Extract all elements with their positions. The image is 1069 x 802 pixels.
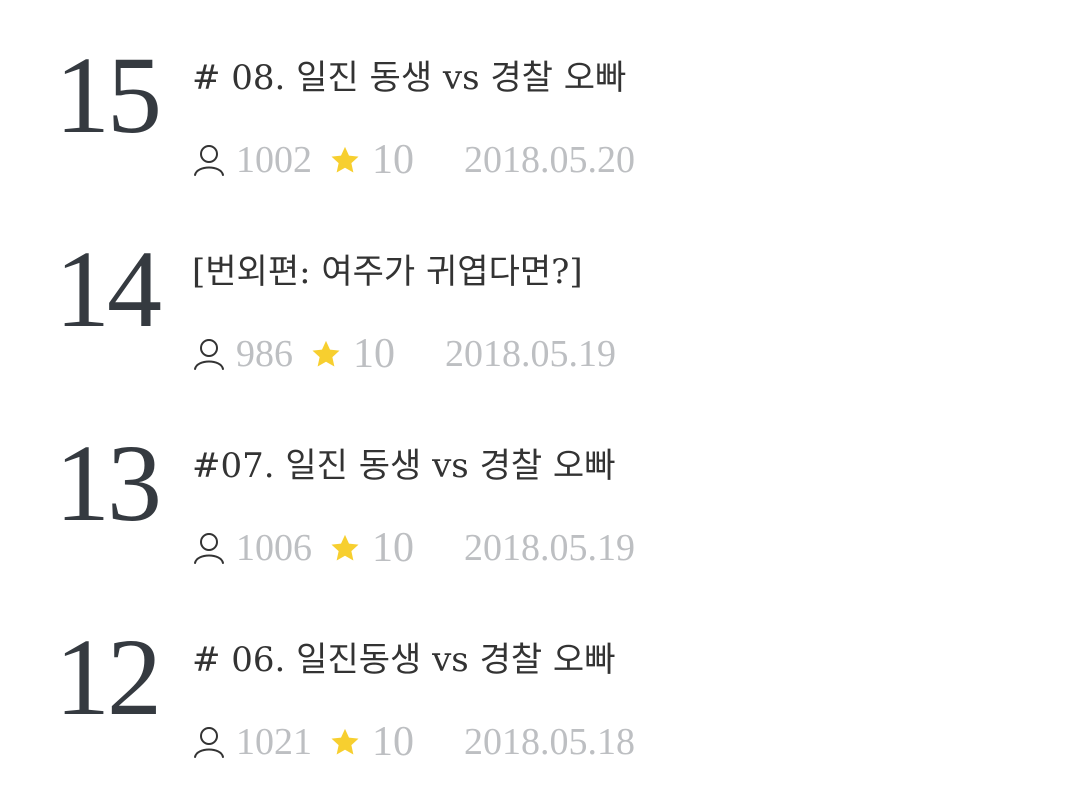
episode-meta: 1002 10 2018.05.20 bbox=[192, 138, 635, 182]
episode-title[interactable]: # 08. 일진 동생 vs 경찰 오빠 bbox=[192, 58, 626, 98]
episode-number: 12 bbox=[55, 616, 162, 738]
star-icon bbox=[331, 146, 359, 173]
user-icon bbox=[194, 339, 224, 370]
episode-meta: 1006 10 2018.05.19 bbox=[192, 526, 635, 570]
rating-score: 10 bbox=[372, 525, 414, 571]
star-icon bbox=[331, 728, 359, 755]
view-count: 1006 bbox=[236, 527, 312, 569]
view-count: 1021 bbox=[236, 721, 312, 763]
publish-date: 2018.05.20 bbox=[464, 139, 635, 181]
star-icon bbox=[312, 340, 340, 367]
episode-number: 15 bbox=[55, 34, 162, 156]
episode-number: 14 bbox=[55, 228, 162, 350]
rating-score: 10 bbox=[372, 137, 414, 183]
user-icon bbox=[194, 533, 224, 564]
user-icon bbox=[194, 145, 224, 176]
publish-date: 2018.05.19 bbox=[464, 527, 635, 569]
publish-date: 2018.05.18 bbox=[464, 721, 635, 763]
episode-list: 15 # 08. 일진 동생 vs 경찰 오빠 1002 10 2018.05.… bbox=[0, 0, 1069, 802]
episode-meta: 986 10 2018.05.19 bbox=[192, 332, 616, 376]
episode-item[interactable]: 14 [번외편: 여주가 귀엽다면?] 986 10 2018.05.19 bbox=[0, 194, 1069, 376]
user-icon bbox=[194, 727, 224, 758]
star-icon bbox=[331, 534, 359, 561]
episode-item[interactable]: 13 #07. 일진 동생 vs 경찰 오빠 1006 10 2018.05.1… bbox=[0, 388, 1069, 570]
episode-title[interactable]: [번외편: 여주가 귀엽다면?] bbox=[192, 252, 583, 292]
episode-title[interactable]: # 06. 일진동생 vs 경찰 오빠 bbox=[192, 640, 616, 680]
episode-number: 13 bbox=[55, 422, 162, 544]
view-count: 986 bbox=[236, 333, 293, 375]
view-count: 1002 bbox=[236, 139, 312, 181]
episode-item[interactable]: 15 # 08. 일진 동생 vs 경찰 오빠 1002 10 2018.05.… bbox=[0, 0, 1069, 182]
episode-meta: 1021 10 2018.05.18 bbox=[192, 720, 635, 764]
episode-title[interactable]: #07. 일진 동생 vs 경찰 오빠 bbox=[192, 446, 616, 486]
rating-score: 10 bbox=[353, 331, 395, 377]
publish-date: 2018.05.19 bbox=[445, 333, 616, 375]
rating-score: 10 bbox=[372, 719, 414, 765]
episode-item[interactable]: 12 # 06. 일진동생 vs 경찰 오빠 1021 10 2018.05.1… bbox=[0, 582, 1069, 764]
